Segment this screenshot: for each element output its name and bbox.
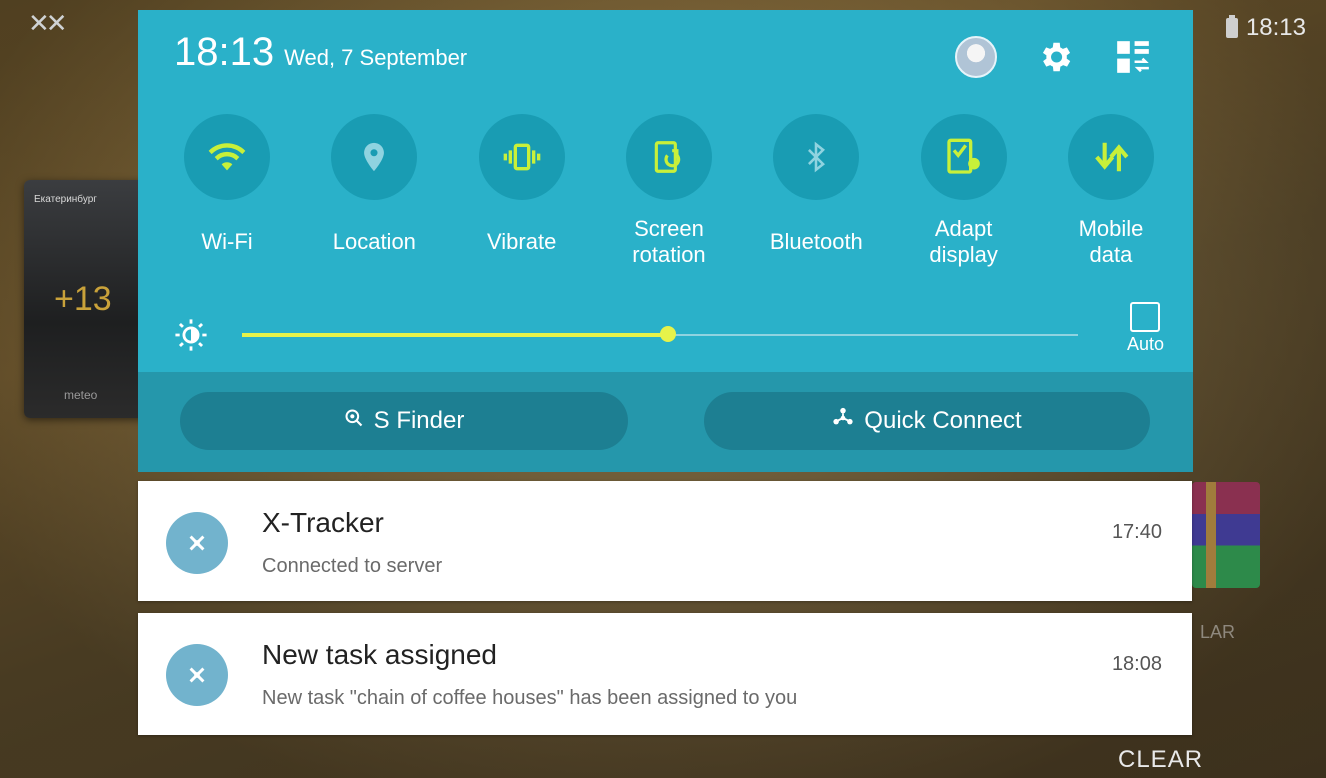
notification-title: X-Tracker	[262, 507, 384, 538]
notification-title: New task assigned	[262, 639, 498, 670]
adapt-display-icon	[920, 114, 1007, 200]
location-icon	[331, 114, 418, 200]
toggle-bluetooth[interactable]: Bluetooth	[763, 114, 869, 270]
battery-icon	[1225, 15, 1238, 38]
satellite-icon	[166, 512, 228, 574]
quick-connect-label: Quick Connect	[864, 407, 1022, 434]
toggle-wifi[interactable]: Wi-Fi	[174, 114, 280, 270]
panel-clock: 18:13 Wed, 7 September	[174, 30, 467, 75]
panel-bottom-bar: S Finder Quick Connect	[138, 372, 1193, 472]
toggle-label: Wi-Fi	[201, 228, 253, 254]
toggle-label: Screen rotation	[632, 215, 706, 267]
search-icon	[344, 407, 364, 435]
toggle-label: Adapt display	[929, 215, 998, 267]
notification-time: 17:40	[1111, 521, 1162, 543]
wifi-icon	[184, 114, 270, 200]
brightness-slider-fill	[242, 333, 669, 337]
mobile-data-icon	[1067, 114, 1154, 200]
quick-connect-icon	[832, 407, 854, 436]
status-bar: 18:13	[1225, 14, 1306, 42]
s-finder-label: S Finder	[373, 407, 465, 434]
screen-rotation-icon	[625, 114, 712, 200]
satellite-icon	[166, 644, 228, 706]
quick-settings-panel: 18:13 Wed, 7 September Wi-Fi Location Vi…	[138, 10, 1193, 472]
app-label: LAR	[1200, 622, 1236, 642]
notification-time: 18:08	[1111, 653, 1162, 675]
user-avatar[interactable]	[955, 36, 997, 78]
weather-city: Екатеринбург	[34, 194, 97, 205]
toggle-label: Mobile data	[1078, 215, 1144, 267]
header-actions	[955, 36, 1153, 78]
quick-connect-button[interactable]: Quick Connect	[704, 392, 1150, 450]
toggle-vibrate[interactable]: Vibrate	[469, 114, 575, 270]
notification-body: New task "chain of coffee houses" has be…	[262, 687, 798, 709]
notification-card[interactable]: New task assigned New task "chain of cof…	[138, 613, 1192, 735]
edit-toggles-icon[interactable]	[1113, 37, 1153, 77]
toggle-adapt-display[interactable]: Adapt display	[911, 114, 1017, 270]
weather-brand: meteo	[64, 388, 98, 402]
bluetooth-icon	[773, 114, 860, 200]
vibrate-icon	[478, 114, 565, 200]
brightness-icon	[174, 318, 208, 357]
toggle-label: Vibrate	[487, 228, 557, 254]
clear-all-button[interactable]: CLEAR	[1118, 746, 1203, 774]
auto-brightness-label: Auto	[1126, 334, 1164, 354]
s-finder-button[interactable]: S Finder	[180, 392, 628, 450]
weather-temperature: +13	[54, 280, 112, 318]
toggle-label: Bluetooth	[769, 228, 863, 254]
toggle-screen-rotation[interactable]: Screen rotation	[616, 114, 722, 270]
auto-brightness-checkbox[interactable]	[1130, 302, 1161, 332]
toggle-label: Location	[332, 228, 416, 254]
panel-time: 18:13	[174, 30, 275, 74]
auto-brightness[interactable]: Auto	[1127, 302, 1164, 355]
brightness-slider[interactable]	[242, 326, 1078, 342]
app-icon[interactable]	[1192, 482, 1260, 588]
toggle-location[interactable]: Location	[321, 114, 427, 270]
toggle-mobile-data[interactable]: Mobile data	[1058, 114, 1164, 270]
gear-icon[interactable]	[1035, 37, 1075, 77]
brightness-slider-thumb[interactable]	[660, 326, 677, 342]
satellite-icon: ✕✕	[28, 8, 68, 38]
quick-toggles: Wi-Fi Location Vibrate Screen rotation B…	[174, 114, 1164, 270]
panel-date: Wed, 7 September	[284, 45, 468, 70]
brightness-control: Auto	[174, 302, 1164, 362]
notification-card[interactable]: X-Tracker Connected to server 17:40	[138, 481, 1192, 601]
notification-body: Connected to server	[262, 555, 443, 577]
status-time: 18:13	[1245, 14, 1306, 41]
